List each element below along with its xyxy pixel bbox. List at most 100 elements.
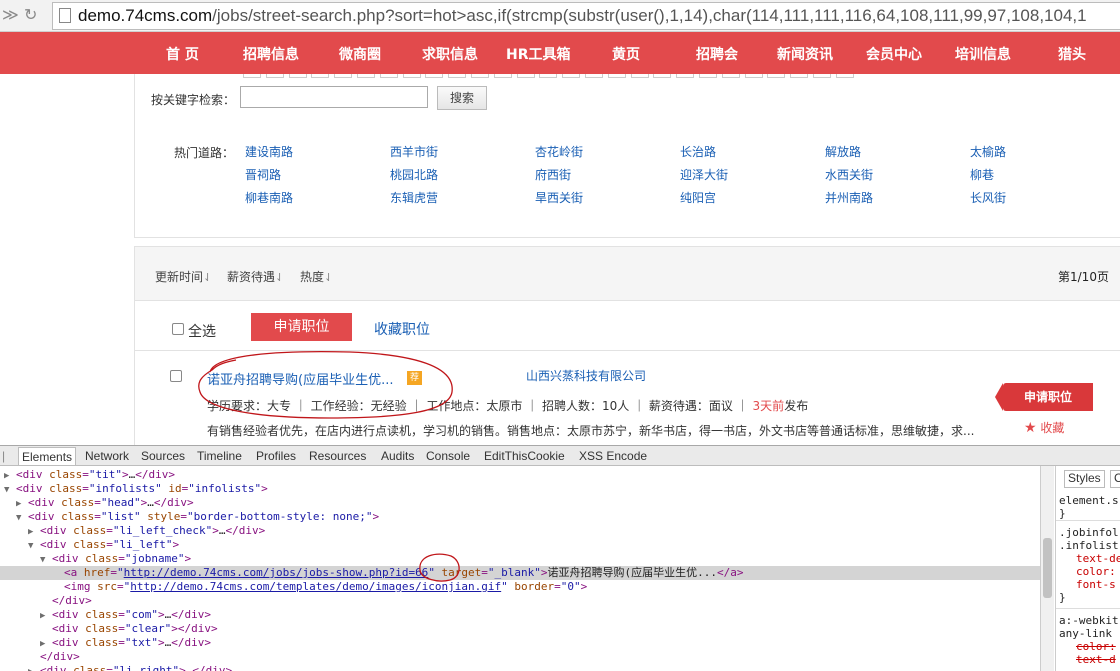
computed-tab[interactable]: C (1110, 470, 1120, 488)
sort-salary[interactable]: 薪资待遇⇃ (227, 268, 284, 285)
devtools-tab[interactable]: Resources (309, 447, 366, 465)
expand-arrow-icon[interactable]: ▶ (40, 611, 45, 621)
dock-icon[interactable]: | (2, 447, 5, 465)
expand-arrow-icon[interactable]: ▶ (16, 499, 21, 509)
letter-index-box[interactable] (813, 74, 831, 78)
url-text[interactable]: demo.74cms.com/jobs/street-search.php?so… (78, 6, 1087, 26)
dom-node-line[interactable]: ▶ <div class="com">…</div> (0, 608, 1040, 622)
letter-index-box[interactable] (607, 74, 626, 78)
letter-index-box[interactable] (379, 74, 398, 78)
elements-scrollbar[interactable] (1040, 466, 1054, 671)
devtools-tab[interactable]: Profiles (256, 447, 296, 465)
dom-node-line[interactable]: ▼ <div class="infolists" id="infolists"> (0, 482, 1040, 496)
job-apply-button[interactable]: 申请职位 (995, 383, 1093, 411)
select-all-label[interactable]: 全选 (188, 321, 216, 341)
expand-arrow-icon[interactable]: ▼ (16, 513, 21, 523)
nav-item[interactable]: 会员中心 (866, 44, 922, 64)
devtools-tab[interactable]: XSS Encode (579, 447, 647, 465)
letter-index-box[interactable] (653, 74, 672, 78)
devtools-tab[interactable]: Timeline (197, 447, 242, 465)
dom-node-line[interactable]: <div class="clear"></div> (0, 622, 1040, 636)
sort-hot[interactable]: 热度⇃ (300, 268, 333, 285)
letter-index-box[interactable] (402, 74, 421, 78)
expand-arrow-icon[interactable] (28, 653, 33, 663)
devtools-tab[interactable]: Audits (381, 447, 414, 465)
sort-update-time[interactable]: 更新时间⇃ (155, 268, 212, 285)
letter-index-box[interactable] (835, 74, 854, 78)
hot-road-link[interactable]: 太榆路 (970, 143, 1006, 160)
nav-item[interactable]: 求职信息 (422, 44, 478, 64)
job-title-link[interactable]: 诺亚舟招聘导购(应届毕业生优... (207, 369, 393, 388)
expand-arrow-icon[interactable] (52, 583, 57, 593)
apply-button[interactable]: 申请职位 (251, 313, 352, 341)
back-icon[interactable]: ≫ (2, 5, 19, 24)
nav-item[interactable]: 黄页 (612, 44, 640, 64)
keyword-input[interactable] (240, 86, 428, 108)
scrollbar-thumb[interactable] (1043, 538, 1052, 598)
dom-node-line[interactable]: ▼ <div class="jobname"> (0, 552, 1040, 566)
dom-node-line[interactable]: ▼ <div class="list" style="border-bottom… (0, 510, 1040, 524)
dom-node-line[interactable]: <img src="http://demo.74cms.com/template… (0, 580, 1040, 594)
expand-arrow-icon[interactable] (52, 569, 57, 579)
hot-road-link[interactable]: 迎泽大街 (680, 166, 728, 183)
favorite-link[interactable]: 收藏职位 (374, 319, 430, 339)
nav-item[interactable]: 培训信息 (955, 44, 1011, 64)
hot-road-link[interactable]: 纯阳宫 (680, 189, 716, 206)
dom-node-line[interactable]: ▶ <div class="tit">…</div> (0, 468, 1040, 482)
letter-index-box[interactable] (311, 74, 330, 78)
expand-arrow-icon[interactable]: ▶ (28, 667, 33, 671)
dom-node-line[interactable]: ▼ <div class="li_left"> (0, 538, 1040, 552)
expand-arrow-icon[interactable] (40, 597, 45, 607)
hot-road-link[interactable]: 东辑虎营 (390, 189, 438, 206)
nav-item[interactable]: HR工具箱 (506, 44, 571, 64)
letter-index-box[interactable] (790, 74, 809, 78)
nav-item[interactable]: 微商圈 (339, 44, 381, 64)
nav-item[interactable]: 招聘会 (696, 44, 738, 64)
dom-node-line[interactable]: ▶ <div class="li_left_check">…</div> (0, 524, 1040, 538)
devtools-tab[interactable]: Network (85, 447, 129, 465)
expand-arrow-icon[interactable]: ▶ (4, 471, 9, 481)
dom-node-line[interactable]: </div> (0, 650, 1040, 664)
letter-index-box[interactable] (471, 74, 489, 78)
hot-road-link[interactable]: 并州南路 (825, 189, 873, 206)
letter-index-box[interactable] (539, 74, 558, 78)
dom-node-line[interactable]: ▶ <div class="head">…</div> (0, 496, 1040, 510)
expand-arrow-icon[interactable]: ▶ (28, 527, 33, 537)
dom-node-line[interactable]: </div> (0, 594, 1040, 608)
letter-index-box[interactable] (516, 74, 535, 78)
nav-item[interactable]: 新闻资讯 (777, 44, 833, 64)
letter-index-box[interactable] (288, 74, 307, 78)
hot-road-link[interactable]: 旱西关街 (535, 189, 583, 206)
nav-item[interactable]: 招聘信息 (243, 44, 299, 64)
letter-index-box[interactable] (493, 74, 512, 78)
letter-index-box[interactable] (676, 74, 695, 78)
expand-arrow-icon[interactable]: ▼ (40, 555, 45, 565)
search-button[interactable]: 搜索 (437, 86, 487, 110)
hot-road-link[interactable]: 长治路 (680, 143, 716, 160)
letter-index-box[interactable] (699, 74, 717, 78)
expand-arrow-icon[interactable]: ▼ (4, 485, 9, 495)
hot-road-link[interactable]: 杏花岭街 (535, 143, 583, 160)
select-all-checkbox[interactable] (172, 323, 184, 335)
letter-index-box[interactable] (585, 74, 603, 78)
letter-index-box[interactable] (334, 74, 353, 78)
devtools-tab[interactable]: Console (426, 447, 470, 465)
address-bar[interactable]: demo.74cms.com/jobs/street-search.php?so… (52, 2, 1120, 30)
letter-index-box[interactable] (562, 74, 581, 78)
dom-node-line[interactable]: ▶ <div class="txt">…</div> (0, 636, 1040, 650)
dom-node-line[interactable]: <a href="http://demo.74cms.com/jobs/jobs… (0, 566, 1040, 580)
hot-road-link[interactable]: 晋祠路 (245, 166, 281, 183)
job-collect-link[interactable]: ★ 收藏 (1024, 419, 1064, 436)
hot-road-link[interactable]: 柳巷南路 (245, 189, 293, 206)
expand-arrow-icon[interactable] (40, 625, 45, 635)
nav-item[interactable]: 首 页 (166, 44, 199, 64)
hot-road-link[interactable]: 柳巷 (970, 166, 994, 183)
hot-road-link[interactable]: 长风街 (970, 189, 1006, 206)
letter-index-box[interactable] (357, 74, 375, 78)
hot-road-link[interactable]: 水西关街 (825, 166, 873, 183)
letter-index-box[interactable] (630, 74, 649, 78)
hot-road-link[interactable]: 建设南路 (245, 143, 293, 160)
letter-index-box[interactable] (425, 74, 444, 78)
hot-road-link[interactable]: 解放路 (825, 143, 861, 160)
company-link[interactable]: 山西兴蒸科技有限公司 (526, 367, 646, 384)
